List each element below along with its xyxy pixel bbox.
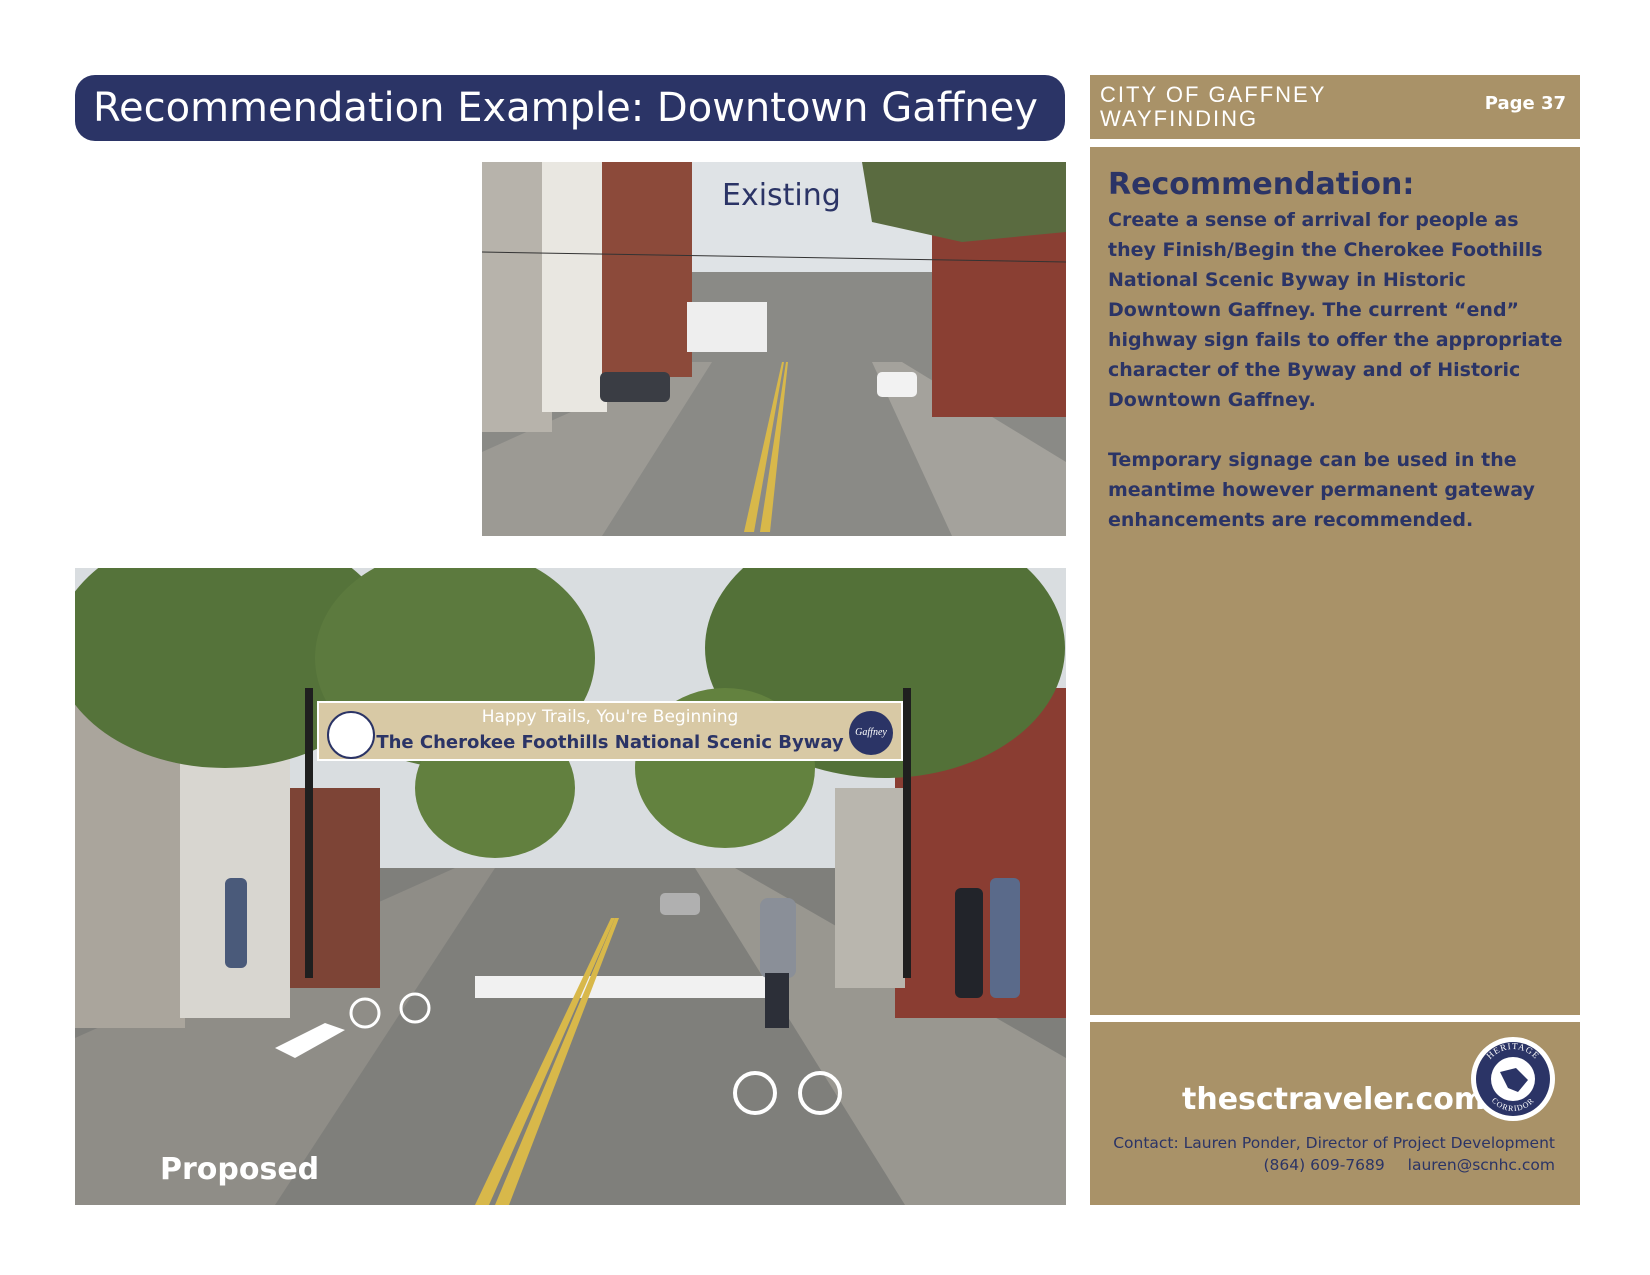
website-link[interactable]: thesctraveler.com xyxy=(1182,1082,1485,1117)
proposed-label: Proposed xyxy=(160,1152,320,1187)
org-name: CITY OF GAFFNEY WAYFINDING xyxy=(1100,83,1326,131)
recommendation-heading: Recommendation: xyxy=(1108,167,1415,202)
contact-footer: thesctraveler.com HERITAGE CORRIDOR Cont… xyxy=(1090,1022,1580,1205)
gaffney-logo: Gaffney xyxy=(849,711,893,755)
org-line-2: WAYFINDING xyxy=(1100,106,1259,131)
existing-label: Existing xyxy=(722,178,841,213)
recommendation-paragraph-2: Temporary signage can be used in the mea… xyxy=(1108,449,1535,531)
banner-line-1: Happy Trails, You're Beginning xyxy=(481,707,739,727)
org-line-1: CITY OF GAFFNEY xyxy=(1100,82,1327,107)
page-title: Recommendation Example: Downtown Gaffney xyxy=(75,75,1065,141)
contact-phone: (864) 609-7689 xyxy=(1263,1156,1385,1174)
recommendation-paragraph-1: Create a sense of arrival for people as … xyxy=(1108,209,1563,411)
banner-line-2: The Cherokee Foothills National Scenic B… xyxy=(376,732,844,753)
gateway-banner: Happy Trails, You're Beginning The Chero… xyxy=(317,701,903,761)
document-header: CITY OF GAFFNEY WAYFINDING Page 37 xyxy=(1090,75,1580,139)
recommendation-body: Create a sense of arrival for people as … xyxy=(1108,205,1568,565)
contact-line: Contact: Lauren Ponder, Director of Proj… xyxy=(1113,1134,1555,1152)
page-number: Page 37 xyxy=(1484,93,1566,114)
recommendation-panel: Recommendation: Create a sense of arriva… xyxy=(1090,147,1580,1015)
heritage-corridor-logo-icon: HERITAGE CORRIDOR xyxy=(1471,1037,1555,1121)
proposed-street-illustration xyxy=(75,568,1066,1205)
contact-info: Contact: Lauren Ponder, Director of Proj… xyxy=(1113,1132,1555,1176)
existing-street-illustration xyxy=(482,162,1066,536)
contact-email[interactable]: lauren@scnhc.com xyxy=(1408,1156,1555,1174)
proposed-photo: Happy Trails, You're Beginning The Chero… xyxy=(75,568,1066,1205)
existing-photo: Existing xyxy=(482,162,1066,536)
